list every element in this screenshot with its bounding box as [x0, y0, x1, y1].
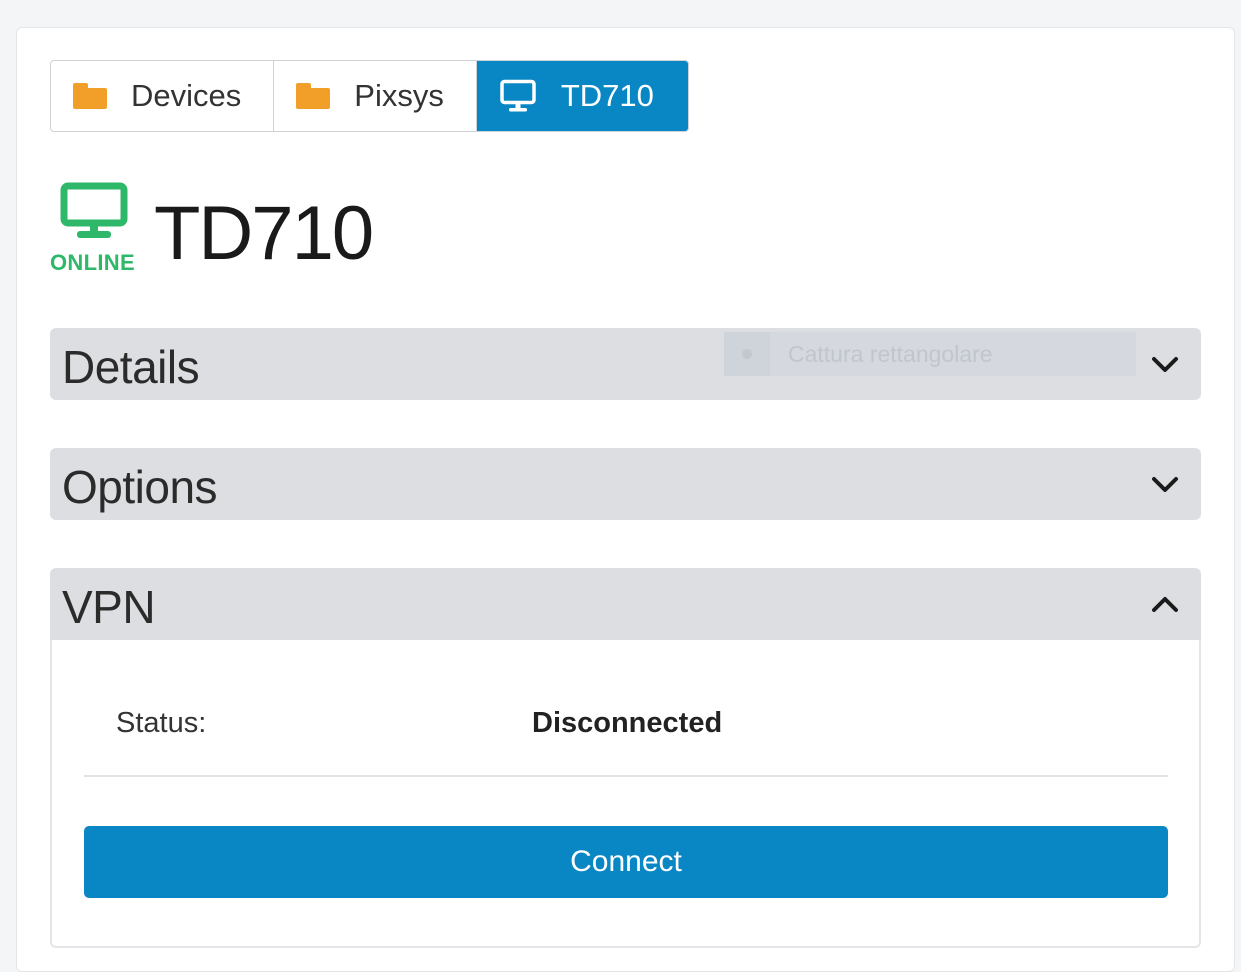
monitor-icon	[500, 79, 536, 112]
chevron-down-icon[interactable]	[1151, 470, 1179, 498]
online-status-badge: ONLINE	[50, 250, 135, 275]
divider	[84, 775, 1168, 777]
section-title: VPN	[62, 581, 156, 633]
breadcrumb-item-current[interactable]: TD710	[476, 61, 688, 131]
section-title: Details	[62, 341, 200, 393]
breadcrumb-item-pixsys[interactable]: Pixsys	[274, 61, 477, 131]
vpn-status-label: Status:	[116, 707, 207, 739]
capture-overlay-text: Cattura rettangolare	[788, 340, 993, 367]
folder-icon	[296, 83, 331, 109]
vpn-status-value: Disconnected	[532, 707, 723, 739]
chevron-up-icon[interactable]	[1151, 590, 1179, 618]
folder-icon	[73, 83, 107, 109]
chevron-down-icon[interactable]	[1151, 350, 1179, 378]
section-options-header[interactable]: Options	[50, 448, 1201, 520]
page-title: TD710	[154, 191, 374, 276]
device-header: ONLINE TD710	[50, 182, 450, 282]
connect-button[interactable]: Connect	[84, 826, 1168, 898]
capture-overlay-icon-box	[724, 332, 770, 376]
breadcrumb-item-devices[interactable]: Devices	[51, 61, 275, 131]
section-details-header[interactable]: Details Cattura rettangolare	[50, 328, 1201, 400]
monitor-icon	[60, 182, 128, 238]
dot-icon	[742, 349, 752, 359]
section-vpn-body: Status: Disconnected Connect	[50, 640, 1201, 948]
breadcrumb: Devices Pixsys TD710	[50, 60, 689, 132]
breadcrumb-label: Devices	[131, 78, 242, 113]
section-vpn-header[interactable]: VPN	[50, 568, 1201, 640]
breadcrumb-label: TD710	[560, 78, 654, 113]
capture-overlay: Cattura rettangolare	[724, 332, 1136, 376]
breadcrumb-label: Pixsys	[354, 78, 444, 113]
section-title: Options	[62, 461, 218, 513]
